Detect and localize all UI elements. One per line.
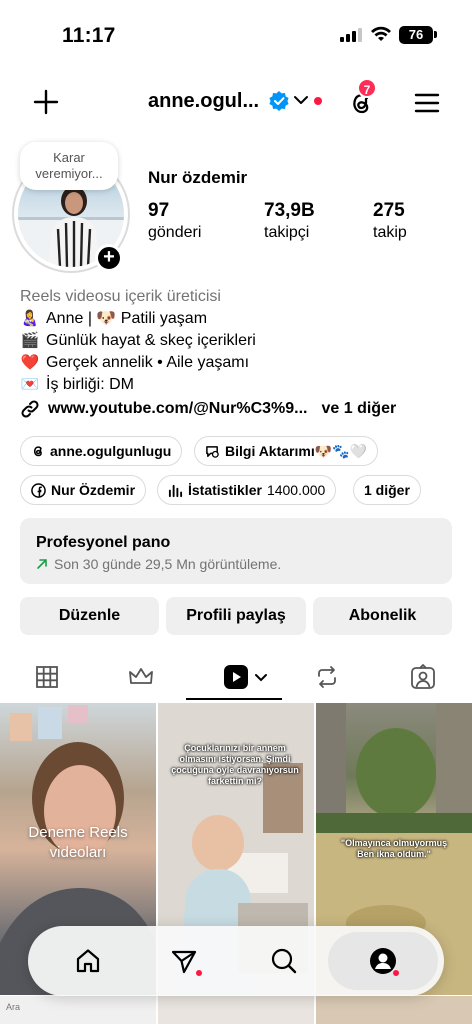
broadcast-icon xyxy=(206,445,219,458)
menu-icon xyxy=(414,93,440,113)
insights-icon xyxy=(168,484,183,497)
nav-search[interactable] xyxy=(254,926,314,996)
active-tab-indicator xyxy=(186,698,282,700)
link-url[interactable]: www.youtube.com/@Nur%C3%9... xyxy=(48,400,308,418)
direct-notification-dot xyxy=(196,970,202,976)
signal-icon xyxy=(340,28,362,42)
reel-thumbnail[interactable] xyxy=(158,996,314,1024)
bio-text: İş birliği: DM xyxy=(46,376,135,393)
more-links-chip[interactable]: 1 diğer xyxy=(353,475,421,505)
broadcast-channel-chip[interactable]: Bilgi Aktarımı🐶🐾🤍 xyxy=(194,436,379,466)
profile-note[interactable]: Karar veremiyor... xyxy=(20,142,118,190)
stat-following-value: 275 xyxy=(373,200,405,221)
bio-text: Günlük hayat & skeç içerikleri xyxy=(46,332,256,349)
threads-chip-label: anne.ogulgunlugu xyxy=(50,443,172,459)
stat-posts-label: gönderi xyxy=(148,224,202,241)
love-letter-icon: 💌 xyxy=(20,376,40,393)
bio-line: 👩‍🍼 Anne | 🐶 Patili yaşam xyxy=(20,308,460,330)
account-notification-dot xyxy=(314,97,322,105)
bio-line: 🎬 Günlük hayat & skeç içerikleri xyxy=(20,330,460,352)
insights-chip-value: 1400.000 xyxy=(266,482,326,498)
send-icon xyxy=(171,950,197,974)
verified-icon xyxy=(269,91,289,111)
mother-icon: 👩‍🍼 xyxy=(20,310,40,327)
status-time: 11:17 xyxy=(62,24,116,47)
stat-followers[interactable]: 73,9B takipçi xyxy=(264,200,315,242)
chevron-down-icon xyxy=(255,674,267,682)
plus-icon xyxy=(33,89,59,115)
edit-profile-button[interactable]: Düzenle xyxy=(20,597,159,635)
content-tabs xyxy=(0,650,472,702)
add-story-button[interactable]: + xyxy=(95,244,123,272)
reel-overlay-text: "Olmayınca olmuyormuş Ben ikna oldum." xyxy=(340,838,448,859)
facebook-chip[interactable]: Nur Özdemir xyxy=(20,475,147,505)
tagged-icon xyxy=(411,664,435,689)
nav-profile[interactable] xyxy=(353,926,413,996)
bio-category: Reels videosu içerik üreticisi xyxy=(20,288,221,305)
grid-icon xyxy=(36,666,58,688)
menu-button[interactable] xyxy=(410,86,444,120)
dashboard-title: Profesyonel pano xyxy=(36,534,171,551)
username-switcher[interactable]: anne.ogul... xyxy=(148,90,259,113)
link-more[interactable]: ve 1 diğer xyxy=(322,400,397,418)
tab-subscriber-content[interactable] xyxy=(124,660,158,694)
stat-posts-value: 97 xyxy=(148,200,170,221)
reel-search-text: Ara xyxy=(6,1002,21,1012)
tab-reposts[interactable] xyxy=(310,660,344,694)
professional-dashboard[interactable]: Profesyonel pano Son 30 günde 29,5 Mn gö… xyxy=(20,518,452,584)
bottom-nav xyxy=(28,926,444,996)
create-button[interactable] xyxy=(30,86,62,118)
crown-icon xyxy=(129,668,153,684)
stat-posts[interactable]: 97 gönderi xyxy=(148,200,201,242)
profile-notification-dot xyxy=(393,970,399,976)
profile-link[interactable]: www.youtube.com/@Nur%C3%9... ve 1 diğer xyxy=(20,399,396,419)
dashboard-subtitle: Son 30 günde 29,5 Mn görüntüleme. xyxy=(36,556,452,572)
stat-followers-value: 73,9B xyxy=(264,200,315,221)
battery-indicator: 76 xyxy=(399,26,433,44)
insights-chip[interactable]: İstatistikler 1400.000 xyxy=(157,475,337,505)
nav-direct[interactable] xyxy=(154,926,214,996)
tab-reels[interactable] xyxy=(218,660,272,694)
stat-followers-label: takipçi xyxy=(264,224,310,241)
link-icon xyxy=(21,400,39,418)
repost-icon xyxy=(318,666,336,688)
profile-header: anne.ogul... 7 xyxy=(0,72,472,132)
wifi-icon xyxy=(371,26,391,41)
bio-line: 💌 İş birliği: DM xyxy=(20,374,460,396)
clapper-icon: 🎬 xyxy=(20,332,40,349)
reel-overlay-text: Çocuklarınızı bir annem olmasını istiyor… xyxy=(171,743,299,786)
search-icon xyxy=(271,948,297,974)
facebook-icon xyxy=(31,482,46,498)
more-links-label: 1 diğer xyxy=(364,482,410,498)
display-name: Nur özdemir xyxy=(148,168,248,187)
stat-following[interactable]: 275 takip xyxy=(373,200,407,242)
threads-chip[interactable]: anne.ogulgunlugu xyxy=(20,436,183,466)
status-bar: 11:17 76 xyxy=(0,0,472,66)
stat-following-label: takip xyxy=(373,224,407,241)
subscription-button[interactable]: Abonelik xyxy=(313,597,452,635)
threads-icon xyxy=(33,446,42,457)
battery-tip xyxy=(434,31,437,38)
chevron-down-icon[interactable] xyxy=(293,92,309,108)
bio-line: ❤️ Gerçek annelik • Aile yaşamı xyxy=(20,352,460,374)
home-icon xyxy=(76,949,100,973)
dashboard-subtitle-text: Son 30 günde 29,5 Mn görüntüleme. xyxy=(54,556,282,572)
reels-icon xyxy=(224,665,248,689)
bio-text: Gerçek annelik • Aile yaşamı xyxy=(46,354,250,371)
bio-text: Anne | 🐶 Patili yaşam xyxy=(46,310,208,327)
broadcast-chip-label: Bilgi Aktarımı🐶🐾🤍 xyxy=(225,442,368,459)
bio: Reels videosu içerik üreticisi 👩‍🍼 Anne … xyxy=(20,286,460,396)
reel-caption: Deneme Reels videoları xyxy=(28,824,128,861)
facebook-chip-label: Nur Özdemir xyxy=(51,482,136,498)
insights-chip-label: İstatistikler xyxy=(188,482,262,498)
reel-thumbnail[interactable]: Ara xyxy=(0,996,156,1024)
nav-home[interactable] xyxy=(58,926,118,996)
share-profile-button[interactable]: Profili paylaş xyxy=(166,597,306,635)
notification-badge: 7 xyxy=(357,78,377,98)
tab-tagged[interactable] xyxy=(406,660,440,694)
heart-icon: ❤️ xyxy=(20,354,40,371)
trend-up-icon xyxy=(37,559,47,569)
reel-thumbnail[interactable] xyxy=(316,996,472,1024)
tab-posts[interactable] xyxy=(30,660,64,694)
